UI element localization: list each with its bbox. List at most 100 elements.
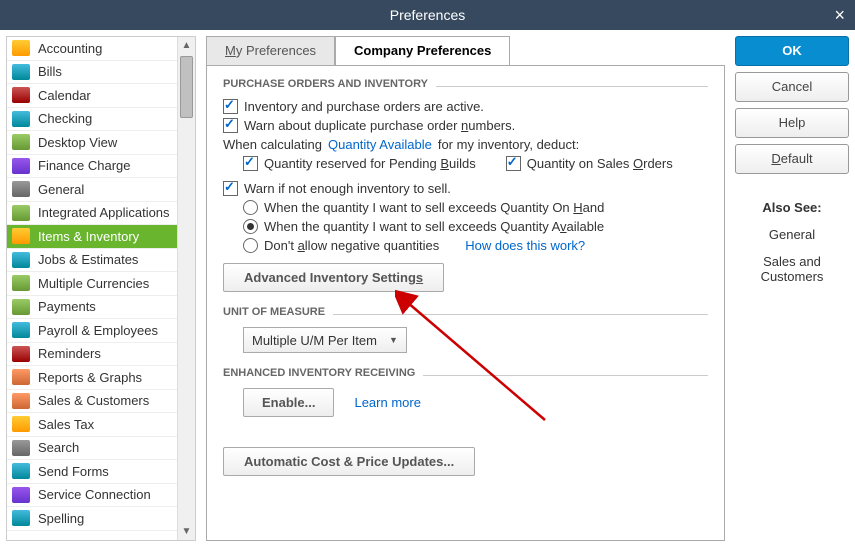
section-title: ENHANCED INVENTORY RECEIVING <box>223 367 423 379</box>
button-auto-cost-price[interactable]: Automatic Cost & Price Updates... <box>223 447 475 476</box>
sidebar-item-label: Payments <box>38 299 96 314</box>
category-icon <box>12 181 30 197</box>
label-sales-orders: Quantity on Sales Orders <box>527 156 673 171</box>
checkbox-pending-builds[interactable] <box>243 156 258 171</box>
category-icon <box>12 205 30 221</box>
sidebar-item-reports-graphs[interactable]: Reports & Graphs <box>7 366 177 390</box>
category-icon <box>12 134 30 150</box>
category-icon <box>12 299 30 315</box>
scroll-up-icon[interactable]: ▲ <box>178 37 195 54</box>
radio-no-negative[interactable] <box>243 238 258 253</box>
sidebar-item-send-forms[interactable]: Send Forms <box>7 460 177 484</box>
radio-exceeds-on-hand[interactable] <box>243 200 258 215</box>
category-icon <box>12 275 30 291</box>
sidebar-item-label: Sales Tax <box>38 417 94 432</box>
category-icon <box>12 158 30 174</box>
category-icon <box>12 252 30 268</box>
select-unit-of-measure[interactable]: Multiple U/M Per Item <box>243 327 407 353</box>
button-default[interactable]: Default <box>735 144 849 174</box>
category-icon <box>12 40 30 56</box>
sidebar-item-label: Reminders <box>38 346 101 361</box>
sidebar-item-label: Calendar <box>38 88 91 103</box>
checkbox-inventory-active[interactable] <box>223 99 238 114</box>
button-help[interactable]: Help <box>735 108 849 138</box>
sidebar-item-sales-tax[interactable]: Sales Tax <box>7 413 177 437</box>
close-icon[interactable]: × <box>834 0 845 30</box>
label-pending-builds: Quantity reserved for Pending Builds <box>264 156 476 171</box>
sidebar-item-label: Bills <box>38 64 62 79</box>
label-inventory-active: Inventory and purchase orders are active… <box>244 99 484 114</box>
button-enable[interactable]: Enable... <box>243 388 334 417</box>
category-icon <box>12 322 30 338</box>
category-icon <box>12 228 30 244</box>
radio-exceeds-available[interactable] <box>243 219 258 234</box>
checkbox-sales-orders[interactable] <box>506 156 521 171</box>
section-unit-of-measure: UNIT OF MEASURE Multiple U/M Per Item <box>223 314 708 365</box>
label-exceeds-on-hand: When the quantity I want to sell exceeds… <box>264 200 604 215</box>
also-see-title: Also See: <box>735 200 849 215</box>
section-title: PURCHASE ORDERS AND INVENTORY <box>223 78 436 90</box>
label-warn-not-enough: Warn if not enough inventory to sell. <box>244 181 451 196</box>
tab-company-preferences[interactable]: Company Preferences <box>335 36 510 66</box>
sidebar-scrollbar[interactable]: ▲ ▼ <box>177 37 195 540</box>
sidebar-item-label: Spelling <box>38 511 84 526</box>
company-preferences-panel: PURCHASE ORDERS AND INVENTORY Inventory … <box>206 65 725 541</box>
link-quantity-available[interactable]: Quantity Available <box>328 137 432 152</box>
sidebar-item-checking[interactable]: Checking <box>7 108 177 132</box>
checkbox-warn-duplicate[interactable] <box>223 118 238 133</box>
content-area: My Preferences Company Preferences PURCH… <box>206 36 725 541</box>
sidebar-item-label: Send Forms <box>38 464 109 479</box>
tab-bar: My Preferences Company Preferences <box>206 36 725 66</box>
sidebar-item-items-inventory[interactable]: Items & Inventory <box>7 225 177 249</box>
sidebar-item-multiple-currencies[interactable]: Multiple Currencies <box>7 272 177 296</box>
label-when-calculating: When calculating <box>223 137 322 152</box>
sidebar-item-general[interactable]: General <box>7 178 177 202</box>
sidebar-item-service-connection[interactable]: Service Connection <box>7 484 177 508</box>
scroll-thumb[interactable] <box>180 56 193 118</box>
sidebar-item-integrated-applications[interactable]: Integrated Applications <box>7 202 177 226</box>
label-no-negative: Don't allow negative quantities <box>264 238 439 253</box>
sidebar-item-label: Accounting <box>38 41 102 56</box>
preferences-sidebar: Accounting Bills Calendar Checking Desktop V… <box>6 36 196 541</box>
sidebar-item-bills[interactable]: Bills <box>7 61 177 85</box>
label-warn-duplicate: Warn about duplicate purchase order numb… <box>244 118 515 133</box>
also-see-sales[interactable]: Sales and Customers <box>735 254 849 284</box>
category-icon <box>12 87 30 103</box>
window-title: Preferences <box>390 7 465 23</box>
sidebar-item-payroll-employees[interactable]: Payroll & Employees <box>7 319 177 343</box>
sidebar-item-payments[interactable]: Payments <box>7 296 177 320</box>
button-cancel[interactable]: Cancel <box>735 72 849 102</box>
tab-my-preferences[interactable]: My Preferences <box>206 36 335 66</box>
button-advanced-inventory-settings[interactable]: Advanced Inventory Settings <box>223 263 444 292</box>
sidebar-item-jobs-estimates[interactable]: Jobs & Estimates <box>7 249 177 273</box>
also-see-general[interactable]: General <box>735 227 849 242</box>
category-icon <box>12 111 30 127</box>
sidebar-item-spelling[interactable]: Spelling <box>7 507 177 531</box>
sidebar-item-sales-customers[interactable]: Sales & Customers <box>7 390 177 414</box>
scroll-down-icon[interactable]: ▼ <box>178 523 195 540</box>
sidebar-item-label: Multiple Currencies <box>38 276 149 291</box>
sidebar-item-label: Desktop View <box>38 135 117 150</box>
sidebar-item-calendar[interactable]: Calendar <box>7 84 177 108</box>
sidebar-item-label: Search <box>38 440 79 455</box>
label-deduct: for my inventory, deduct: <box>438 137 579 152</box>
category-icon <box>12 510 30 526</box>
checkbox-warn-not-enough[interactable] <box>223 181 238 196</box>
sidebar-item-desktop-view[interactable]: Desktop View <box>7 131 177 155</box>
section-title: UNIT OF MEASURE <box>223 306 333 318</box>
link-learn-more[interactable]: Learn more <box>354 395 420 410</box>
sidebar-item-label: Integrated Applications <box>38 205 170 220</box>
sidebar-item-label: Payroll & Employees <box>38 323 158 338</box>
section-purchase-orders: PURCHASE ORDERS AND INVENTORY Inventory … <box>223 86 708 304</box>
right-button-panel: OK Cancel Help Default Also See: General… <box>735 36 849 541</box>
sidebar-item-finance-charge[interactable]: Finance Charge <box>7 155 177 179</box>
sidebar-item-accounting[interactable]: Accounting <box>7 37 177 61</box>
button-ok[interactable]: OK <box>735 36 849 66</box>
category-icon <box>12 440 30 456</box>
sidebar-item-label: Jobs & Estimates <box>38 252 138 267</box>
sidebar-item-search[interactable]: Search <box>7 437 177 461</box>
main-area: Accounting Bills Calendar Checking Desktop V… <box>0 30 855 547</box>
sidebar-item-reminders[interactable]: Reminders <box>7 343 177 367</box>
also-see-section: Also See: General Sales and Customers <box>735 200 849 296</box>
link-how-does-this-work[interactable]: How does this work? <box>465 238 585 253</box>
